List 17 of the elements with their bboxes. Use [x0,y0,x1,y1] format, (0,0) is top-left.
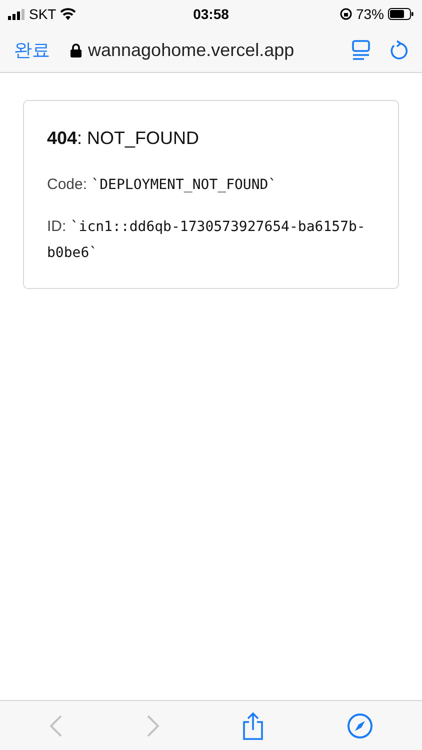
carrier-name: SKT [29,4,56,24]
signal-icon [8,8,25,20]
lock-icon [70,42,82,58]
url-text[interactable]: wannagohome.vercel.app [88,36,294,64]
error-detail: Code: `DEPLOYMENT_NOT_FOUND` [47,175,278,195]
share-icon[interactable] [242,712,264,740]
battery-percent: 73% [356,4,384,24]
wifi-icon [60,8,76,20]
clock: 03:58 [193,4,229,24]
done-button[interactable]: 완료 [14,36,50,64]
rotation-lock-icon [340,8,352,20]
compass-icon[interactable] [346,712,373,738]
battery-icon [388,8,414,20]
reader-icon[interactable] [352,40,370,60]
error-detail: ID: `icn1::dd6qb-1730573927654-ba6157b-b0be6` [47,217,366,263]
reload-icon[interactable] [390,40,408,60]
error-title: 404: NOT_FOUND [47,127,200,150]
